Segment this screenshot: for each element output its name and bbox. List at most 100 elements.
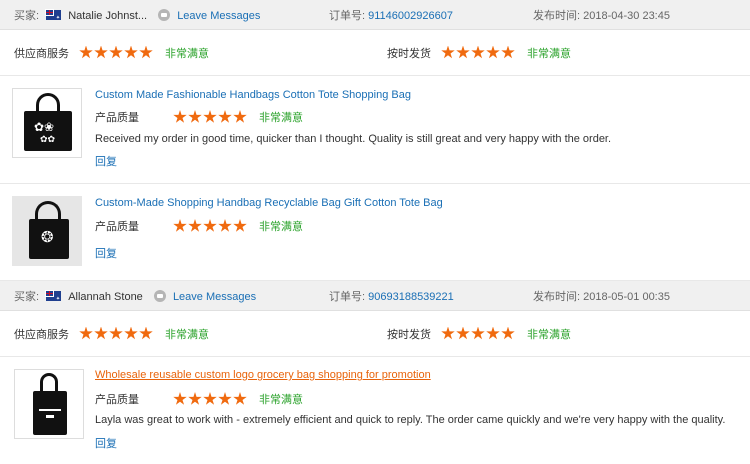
product-thumbnail[interactable] bbox=[14, 369, 84, 439]
order-info: 订单号: 91146002926607 bbox=[329, 7, 453, 23]
product-thumbnail[interactable]: ✿❀ ✿✿ bbox=[12, 88, 82, 158]
bag-handle bbox=[40, 373, 58, 393]
product-quality-rating: 产品质量 非常满意 bbox=[95, 109, 303, 125]
star-rating bbox=[441, 326, 515, 341]
bag-body: ❂ bbox=[29, 219, 69, 259]
logo-print-icon bbox=[39, 409, 61, 411]
satisfaction-text: 非常满意 bbox=[259, 221, 303, 233]
star-icon bbox=[124, 326, 138, 340]
message-icon[interactable] bbox=[158, 8, 171, 21]
star-icon bbox=[218, 110, 232, 123]
reply-link[interactable]: 回复 bbox=[95, 153, 117, 169]
buyer-name[interactable]: Allannah Stone bbox=[68, 291, 143, 303]
supplier-service-label: 供应商服务 bbox=[14, 47, 69, 60]
bag-body bbox=[33, 391, 67, 435]
review-block-1: 买家: Natalie Johnst... Leave Messages 订单号… bbox=[0, 0, 750, 281]
product-title-link[interactable]: Wholesale reusable custom logo grocery b… bbox=[95, 369, 431, 381]
star-icon bbox=[471, 326, 485, 340]
supplier-service-label: 供应商服务 bbox=[14, 328, 69, 341]
order-number-link[interactable]: 91146002926607 bbox=[368, 10, 453, 22]
star-rating bbox=[79, 45, 153, 60]
mandala-print-icon: ❂ bbox=[41, 229, 54, 246]
buyer-name[interactable]: Natalie Johnst... bbox=[68, 10, 147, 22]
star-icon bbox=[173, 219, 187, 232]
bag-handle bbox=[36, 93, 60, 113]
order-label: 订单号: bbox=[329, 290, 366, 303]
leave-messages-link[interactable]: Leave Messages bbox=[173, 291, 256, 303]
product-quality-label: 产品质量 bbox=[95, 394, 139, 406]
buyer-label: 买家: bbox=[14, 290, 40, 303]
satisfaction-text: 非常满意 bbox=[527, 47, 571, 60]
star-icon bbox=[94, 45, 108, 59]
star-icon bbox=[124, 45, 138, 59]
flower-print-icon: ✿✿ bbox=[40, 134, 56, 144]
australia-flag-icon bbox=[45, 8, 62, 21]
star-icon bbox=[218, 392, 232, 405]
on-time-shipping-label: 按时发货 bbox=[387, 47, 431, 60]
product-quality-rating: 产品质量 非常满意 bbox=[95, 391, 303, 407]
star-icon bbox=[456, 326, 470, 340]
message-icon[interactable] bbox=[153, 289, 166, 302]
buyer-row: 买家: Allannah Stone Leave Messages 订单号: 9… bbox=[0, 281, 750, 311]
star-icon bbox=[109, 326, 123, 340]
star-icon bbox=[471, 45, 485, 59]
star-rating bbox=[79, 326, 153, 341]
star-icon bbox=[139, 45, 153, 59]
star-rating bbox=[173, 392, 247, 406]
bag-body: ✿❀ ✿✿ bbox=[24, 111, 72, 151]
star-icon bbox=[188, 110, 202, 123]
star-icon bbox=[109, 45, 123, 59]
star-rating bbox=[173, 219, 247, 233]
order-label: 订单号: bbox=[329, 9, 366, 22]
order-info: 订单号: 90693188539221 bbox=[329, 288, 454, 304]
star-icon bbox=[218, 219, 232, 232]
star-icon bbox=[486, 326, 500, 340]
star-icon bbox=[501, 45, 515, 59]
star-icon bbox=[188, 219, 202, 232]
supplier-service-rating: 供应商服务 非常满意 bbox=[14, 45, 209, 61]
product-quality-rating: 产品质量 非常满意 bbox=[95, 218, 303, 234]
star-rating bbox=[173, 110, 247, 124]
star-icon bbox=[203, 219, 217, 232]
posted-time-value: 2018-05-01 00:35 bbox=[583, 290, 670, 303]
reply-link[interactable]: 回复 bbox=[95, 435, 117, 451]
review-block-2: 买家: Allannah Stone Leave Messages 订单号: 9… bbox=[0, 281, 750, 464]
posted-time: 发布时间: 2018-05-01 00:35 bbox=[533, 288, 670, 304]
on-time-shipping-rating: 按时发货 非常满意 bbox=[387, 326, 571, 342]
product-review: ❂ Custom-Made Shopping Handbag Recyclabl… bbox=[0, 184, 750, 281]
product-title-link[interactable]: Custom Made Fashionable Handbags Cotton … bbox=[95, 89, 411, 101]
leave-messages-link[interactable]: Leave Messages bbox=[177, 10, 260, 22]
posted-time-label: 发布时间: bbox=[533, 9, 581, 22]
star-icon bbox=[203, 110, 217, 123]
star-icon bbox=[441, 326, 455, 340]
posted-time-label: 发布时间: bbox=[533, 290, 581, 303]
star-icon bbox=[203, 392, 217, 405]
flower-print-icon: ✿❀ bbox=[34, 120, 55, 134]
satisfaction-text: 非常满意 bbox=[527, 328, 571, 341]
product-review: ✿❀ ✿✿ Custom Made Fashionable Handbags C… bbox=[0, 76, 750, 184]
star-icon bbox=[173, 392, 187, 405]
star-icon bbox=[233, 219, 247, 232]
star-icon bbox=[94, 326, 108, 340]
satisfaction-text: 非常满意 bbox=[259, 394, 303, 406]
star-icon bbox=[139, 326, 153, 340]
product-thumbnail[interactable]: ❂ bbox=[12, 196, 82, 266]
product-title-link[interactable]: Custom-Made Shopping Handbag Recyclable … bbox=[95, 197, 443, 209]
star-icon bbox=[456, 45, 470, 59]
buyer-label: 买家: bbox=[14, 9, 40, 22]
star-icon bbox=[188, 392, 202, 405]
star-icon bbox=[173, 110, 187, 123]
order-number-link[interactable]: 90693188539221 bbox=[368, 291, 454, 303]
product-quality-label: 产品质量 bbox=[95, 112, 139, 124]
posted-time-value: 2018-04-30 23:45 bbox=[583, 9, 670, 22]
on-time-shipping-label: 按时发货 bbox=[387, 328, 431, 341]
review-comment: Layla was great to work with - extremely… bbox=[95, 414, 726, 426]
buyer-row: 买家: Natalie Johnst... Leave Messages 订单号… bbox=[0, 0, 750, 30]
star-icon bbox=[233, 392, 247, 405]
australia-flag-icon bbox=[45, 289, 62, 302]
on-time-shipping-rating: 按时发货 非常满意 bbox=[387, 45, 571, 61]
buyer-info: 买家: Natalie Johnst... Leave Messages bbox=[14, 7, 260, 23]
reply-link[interactable]: 回复 bbox=[95, 245, 117, 261]
service-rating-row: 供应商服务 非常满意 按时发货 非常满意 bbox=[0, 30, 750, 76]
star-icon bbox=[79, 45, 93, 59]
